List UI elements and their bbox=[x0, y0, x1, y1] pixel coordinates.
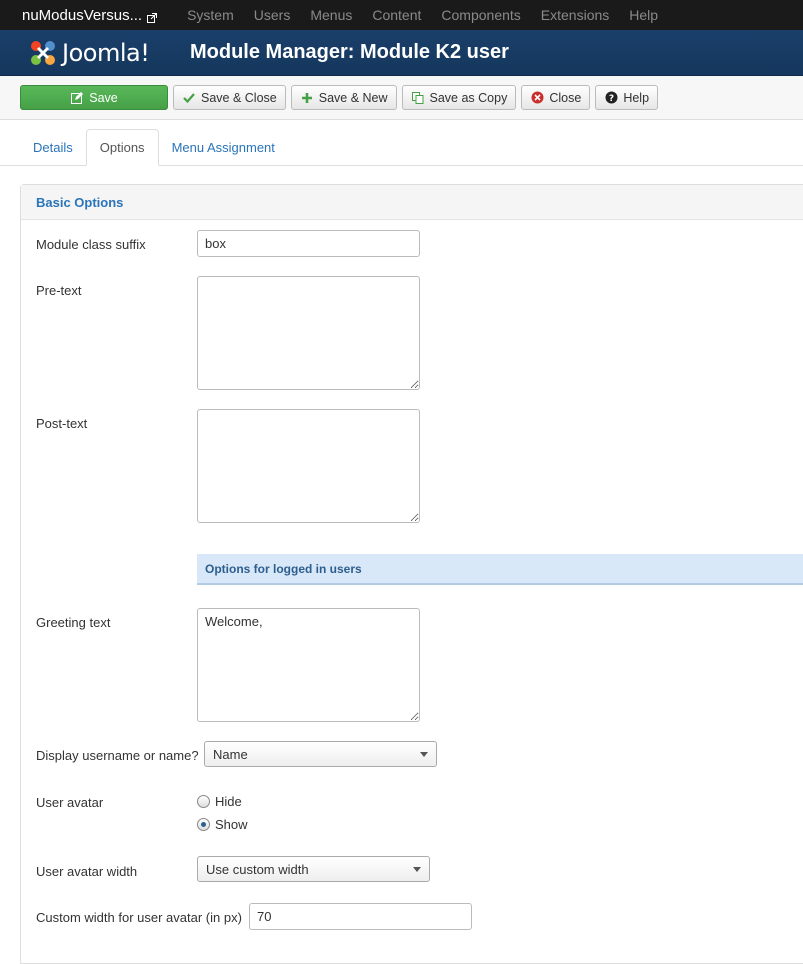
post-text-textarea[interactable] bbox=[197, 409, 420, 523]
logged-in-options-heading: Options for logged in users bbox=[197, 554, 803, 585]
logo-text: Joomla! bbox=[62, 38, 150, 67]
nav-menu: System Users Menus Content Components Ex… bbox=[177, 7, 668, 23]
user-avatar-width-value: Use custom width bbox=[206, 861, 309, 877]
admin-top-nav: nuModusVersus... System Users Menus Cont… bbox=[0, 0, 803, 30]
basic-options-panel: Basic Options Module class suffix Pre-te… bbox=[20, 184, 803, 964]
nav-item-users[interactable]: Users bbox=[254, 7, 291, 23]
chevron-down-icon bbox=[420, 752, 428, 757]
help-button[interactable]: ? Help bbox=[595, 85, 659, 110]
close-label: Close bbox=[549, 90, 582, 105]
tab-options[interactable]: Options bbox=[85, 129, 159, 166]
nav-item-system[interactable]: System bbox=[187, 7, 234, 23]
save-close-label: Save & Close bbox=[201, 90, 277, 105]
nav-item-extensions[interactable]: Extensions bbox=[541, 7, 609, 23]
pre-text-textarea[interactable] bbox=[197, 276, 420, 390]
greeting-text-textarea[interactable]: Welcome, bbox=[197, 608, 420, 722]
tab-details[interactable]: Details bbox=[20, 129, 86, 165]
tab-bar: Details Options Menu Assignment bbox=[0, 129, 803, 166]
greeting-text-label: Greeting text bbox=[36, 615, 111, 630]
save-label: Save bbox=[89, 90, 118, 105]
question-icon: ? bbox=[604, 91, 618, 105]
custom-width-input[interactable] bbox=[249, 903, 472, 930]
display-name-label: Display username or name? bbox=[36, 748, 199, 763]
svg-text:?: ? bbox=[609, 94, 614, 104]
radio-hide[interactable] bbox=[197, 795, 210, 808]
custom-width-label: Custom width for user avatar (in px) bbox=[36, 910, 242, 925]
check-icon bbox=[182, 91, 196, 105]
help-label: Help bbox=[623, 90, 650, 105]
save-copy-label: Save as Copy bbox=[429, 90, 508, 105]
nav-item-help[interactable]: Help bbox=[629, 7, 658, 23]
save-new-label: Save & New bbox=[318, 90, 388, 105]
module-class-suffix-input[interactable] bbox=[197, 230, 420, 257]
nav-item-content[interactable]: Content bbox=[372, 7, 421, 23]
external-link-icon bbox=[147, 10, 158, 23]
user-avatar-option-show[interactable]: Show bbox=[197, 817, 248, 832]
nav-item-menus[interactable]: Menus bbox=[310, 7, 352, 23]
close-button[interactable]: Close bbox=[521, 85, 591, 110]
radio-show-label: Show bbox=[215, 817, 248, 832]
save-new-button[interactable]: Save & New bbox=[290, 85, 397, 110]
user-avatar-width-label: User avatar width bbox=[36, 864, 138, 879]
page-title: Module Manager: Module K2 user bbox=[190, 41, 509, 63]
save-copy-button[interactable]: Save as Copy bbox=[401, 85, 517, 110]
user-avatar-width-select[interactable]: Use custom width bbox=[197, 856, 430, 882]
close-circle-icon bbox=[530, 91, 544, 105]
site-link[interactable]: nuModusVersus... bbox=[22, 6, 158, 24]
copy-icon bbox=[411, 91, 425, 105]
pre-text-label: Pre-text bbox=[36, 283, 82, 298]
edit-icon bbox=[70, 91, 84, 105]
save-button[interactable]: Save bbox=[20, 85, 168, 110]
nav-item-components[interactable]: Components bbox=[441, 7, 520, 23]
display-name-select[interactable]: Name bbox=[204, 741, 437, 767]
tab-menu-assignment[interactable]: Menu Assignment bbox=[159, 129, 288, 165]
toolbar: Save Save & Close Save & New Save as Cop… bbox=[0, 76, 803, 120]
radio-hide-label: Hide bbox=[215, 794, 242, 809]
joomla-logo[interactable]: Joomla! bbox=[28, 38, 190, 68]
radio-show[interactable] bbox=[197, 818, 210, 831]
post-text-label: Post-text bbox=[36, 416, 88, 431]
chevron-down-icon bbox=[413, 867, 421, 872]
user-avatar-label: User avatar bbox=[36, 795, 104, 810]
plus-icon bbox=[300, 91, 314, 105]
page-header: Joomla! Module Manager: Module K2 user bbox=[0, 30, 803, 76]
user-avatar-option-hide[interactable]: Hide bbox=[197, 794, 242, 809]
panel-title[interactable]: Basic Options bbox=[21, 185, 803, 220]
module-class-suffix-label: Module class suffix bbox=[36, 237, 146, 252]
site-name: nuModusVersus... bbox=[22, 6, 143, 24]
joomla-logo-icon bbox=[31, 40, 55, 65]
save-close-button[interactable]: Save & Close bbox=[173, 85, 286, 110]
display-name-value: Name bbox=[213, 746, 248, 762]
